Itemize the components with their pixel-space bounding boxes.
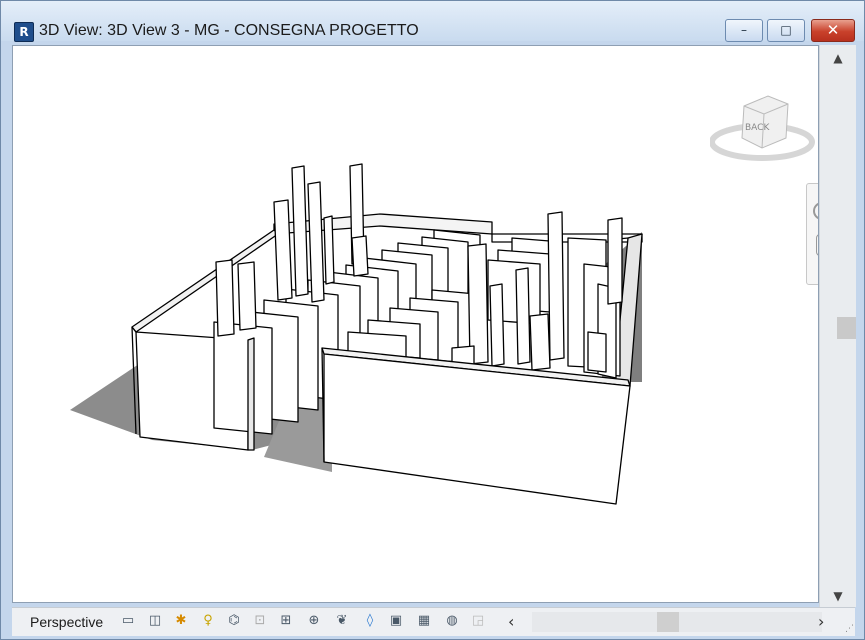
revit-app-icon[interactable]: R [14,22,34,42]
crop-view-icon[interactable]: ⊡ [252,613,268,629]
highlight-displacement-icon[interactable]: ◲ [470,613,486,629]
lock-view-icon[interactable]: ⊕ [306,613,322,629]
scroll-left-button[interactable]: ‹ [508,612,514,631]
temp-hide-icon[interactable]: ❦ [334,613,350,629]
vertical-scrollbar[interactable]: ▲ ▼ [819,45,856,607]
shadows-icon[interactable]: ♀ [200,613,216,629]
navigation-bar[interactable] [806,183,818,285]
scroll-down-button[interactable]: ▼ [820,589,856,603]
render-icon[interactable]: ⌬ [226,613,242,629]
minimize-button[interactable]: – [725,19,763,42]
viewcube-face-label: BACK [745,123,770,133]
show-crop-icon[interactable]: ⊞ [278,613,294,629]
design-options-icon[interactable]: ▦ [416,613,432,629]
scroll-up-button[interactable]: ▲ [820,51,856,65]
detail-level-icon[interactable]: ◫ [147,613,163,629]
resize-grip-icon[interactable]: ⋰ [845,624,854,634]
window-title: 3D View: 3D View 3 - MG - CONSEGNA PROGE… [39,22,419,39]
viewcube[interactable]: BACK [710,86,818,176]
scroll-right-button[interactable]: › [818,612,824,631]
title-bar[interactable]: R 3D View: 3D View 3 - MG - CONSEGNA PRO… [1,1,864,42]
back-wall [273,213,493,235]
horizontal-scroll-thumb[interactable] [657,612,679,632]
viewcube-cube [741,95,789,149]
reveal-hidden-icon[interactable]: ◊ [362,613,378,629]
3d-model-canvas[interactable] [13,46,819,603]
sun-path-icon[interactable]: ✱ [173,613,189,629]
visual-style-icon[interactable]: ▭ [120,613,136,629]
analytical-model-icon[interactable]: ◍ [444,613,460,629]
view-control-bar: Perspective ▭ ◫ ✱ ♀ ⌬ ⊡ ⊞ ⊕ ❦ ◊ ▣ ▦ ◍ ◲ … [12,607,855,636]
3d-viewport[interactable]: BACK [12,45,819,603]
view-mode-label[interactable]: Perspective [30,614,103,630]
vertical-scroll-thumb[interactable] [837,317,856,339]
worksharing-icon[interactable]: ▣ [388,613,404,629]
revit-view-window: R 3D View: 3D View 3 - MG - CONSEGNA PRO… [0,0,865,640]
close-button[interactable]: ✕ [811,19,855,42]
maximize-button[interactable]: □ [767,19,805,42]
